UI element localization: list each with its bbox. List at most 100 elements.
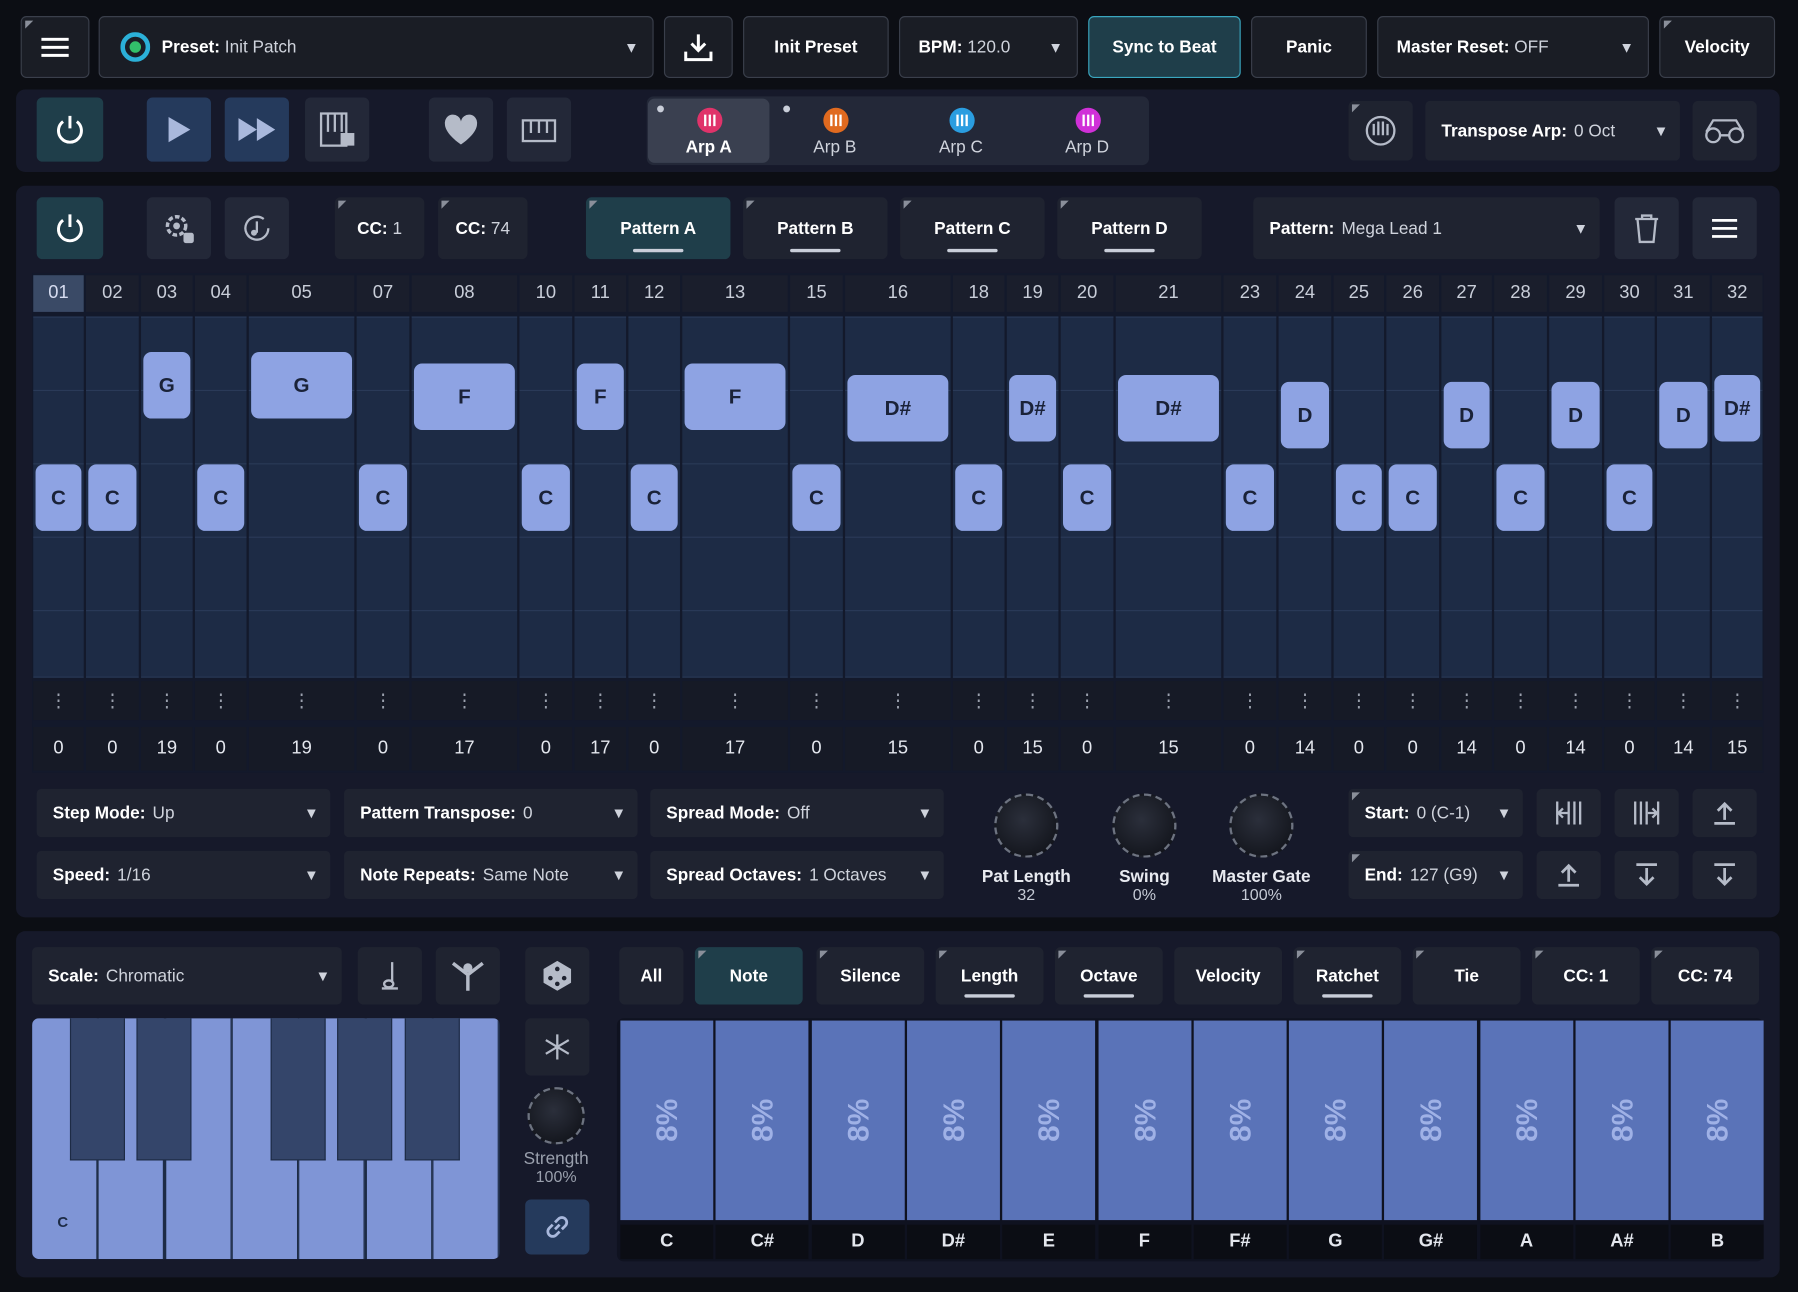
note-block[interactable]: C (197, 464, 245, 531)
note-block[interactable]: C (35, 464, 82, 531)
step-column[interactable] (1441, 316, 1492, 677)
step-drag-handle[interactable]: ⋮ (1278, 681, 1332, 721)
transpose-up-button[interactable] (1536, 850, 1601, 900)
delete-pattern-button[interactable] (1614, 197, 1679, 260)
swing-knob[interactable] (1112, 793, 1177, 858)
menu-button[interactable] (20, 16, 90, 78)
step-drag-handle[interactable]: ⋮ (356, 681, 410, 721)
step-number[interactable]: 30 (1604, 275, 1655, 312)
step-drag-handle[interactable]: ⋮ (790, 681, 843, 721)
edit-tab-octave[interactable]: Octave (1054, 947, 1163, 1005)
arp-tab-a[interactable]: Arp A (647, 98, 770, 163)
step-number[interactable]: 32 (1712, 275, 1763, 312)
step-value[interactable]: 17 (411, 727, 518, 771)
pattern-tab-c[interactable]: Pattern C (900, 197, 1045, 260)
step-value[interactable]: 0 (1333, 727, 1385, 771)
step-drag-handle[interactable]: ⋮ (1223, 681, 1277, 721)
step-drag-handle[interactable]: ⋮ (1656, 681, 1710, 721)
step-number[interactable]: 13 (682, 275, 788, 312)
note-block[interactable]: C (1062, 464, 1112, 531)
note-block[interactable]: C (1606, 464, 1653, 531)
note-block[interactable]: F (413, 363, 515, 431)
pattern-settings-button[interactable] (146, 197, 211, 260)
pattern-tab-a[interactable]: Pattern A (585, 197, 731, 260)
edit-tab-note[interactable]: Note (694, 947, 803, 1005)
pattern-selector[interactable]: Pattern: Mega Lead 1 ▼ (1253, 197, 1600, 260)
arp-power-button[interactable] (36, 97, 104, 162)
step-drag-handle[interactable]: ⋮ (519, 681, 573, 721)
step-number[interactable]: 21 (1115, 275, 1222, 312)
panic-button[interactable]: Panic (1251, 16, 1367, 78)
init-preset-button[interactable]: Init Preset (743, 16, 889, 78)
black-key[interactable] (270, 1018, 326, 1161)
step-drag-handle[interactable]: ⋮ (86, 681, 139, 721)
scale-selector[interactable]: Scale: Chromatic ▼ (32, 947, 342, 1005)
shift-right-button[interactable] (1614, 788, 1679, 838)
step-column[interactable] (1278, 316, 1332, 677)
note-tool-button[interactable] (357, 947, 422, 1005)
step-value[interactable]: 0 (194, 727, 247, 771)
step-number[interactable]: 27 (1441, 275, 1492, 312)
note-block[interactable]: C (358, 464, 408, 531)
step-drag-handle[interactable]: ⋮ (574, 681, 627, 721)
step-drag-handle[interactable]: ⋮ (628, 681, 680, 721)
arp-tab-d[interactable]: Arp D (1026, 99, 1148, 163)
fast-forward-button[interactable] (224, 97, 289, 162)
note-block[interactable]: C (955, 464, 1003, 531)
arp-tab-c[interactable]: Arp C (900, 99, 1022, 163)
step-value[interactable]: 14 (1278, 727, 1332, 771)
note-block[interactable]: C (792, 464, 841, 531)
edit-tab-velocity[interactable]: Velocity (1174, 947, 1283, 1005)
step-mode-selector[interactable]: Step Mode: Up ▼ (36, 788, 331, 838)
step-value[interactable]: 0 (952, 727, 1005, 771)
step-drag-handle[interactable]: ⋮ (1060, 681, 1114, 721)
step-value[interactable]: 0 (628, 727, 680, 771)
pattern-menu-button[interactable] (1692, 197, 1757, 260)
note-block[interactable]: D# (847, 374, 949, 442)
shift-down-button[interactable] (1692, 850, 1757, 900)
step-number[interactable]: 18 (952, 275, 1005, 312)
step-column[interactable] (1712, 316, 1763, 677)
note-block[interactable]: D (1551, 381, 1600, 449)
edit-tab-ratchet[interactable]: Ratchet (1293, 947, 1402, 1005)
note-block[interactable]: C (1388, 464, 1437, 531)
step-number[interactable]: 24 (1278, 275, 1332, 312)
pattern-sync-button[interactable] (224, 197, 289, 260)
note-block[interactable]: D# (1009, 374, 1057, 442)
step-number[interactable]: 25 (1333, 275, 1385, 312)
step-drag-handle[interactable]: ⋮ (1494, 681, 1547, 721)
master-reset-selector[interactable]: Master Reset: OFF ▼ (1377, 16, 1649, 78)
step-column[interactable] (1656, 316, 1710, 677)
arp-tab-b[interactable]: Arp B (774, 99, 896, 163)
note-block[interactable]: F (684, 363, 786, 431)
step-value[interactable]: 0 (1494, 727, 1547, 771)
step-column[interactable] (1115, 316, 1222, 677)
step-number[interactable]: 05 (248, 275, 355, 312)
step-number[interactable]: 23 (1223, 275, 1277, 312)
step-value[interactable]: 0 (1386, 727, 1440, 771)
keyboard-lock-button[interactable] (305, 97, 370, 162)
step-drag-handle[interactable]: ⋮ (1712, 681, 1763, 721)
black-key[interactable] (69, 1018, 125, 1161)
strength-knob[interactable] (527, 1087, 585, 1145)
play-button[interactable] (146, 97, 211, 162)
spread-octaves-selector[interactable]: Spread Octaves: 1 Octaves ▼ (650, 850, 944, 900)
shift-up-button[interactable] (1692, 788, 1757, 838)
transpose-arp-selector[interactable]: Transpose Arp: 0 Oct ▼ (1425, 100, 1680, 161)
preset-selector[interactable]: Preset: Init Patch ▼ (98, 16, 654, 78)
step-column[interactable] (1549, 316, 1602, 677)
pattern-tab-d[interactable]: Pattern D (1057, 197, 1202, 260)
note-block[interactable]: D (1443, 381, 1490, 449)
note-block[interactable]: D# (1118, 374, 1219, 442)
midi-input-button[interactable] (1348, 100, 1413, 161)
step-drag-handle[interactable]: ⋮ (248, 681, 355, 721)
step-drag-handle[interactable]: ⋮ (411, 681, 518, 721)
step-number[interactable]: 31 (1656, 275, 1710, 312)
black-key[interactable] (136, 1018, 192, 1161)
step-drag-handle[interactable]: ⋮ (682, 681, 788, 721)
step-drag-handle[interactable]: ⋮ (1441, 681, 1492, 721)
end-note-selector[interactable]: End: 127 (G9) ▼ (1348, 850, 1523, 900)
save-preset-button[interactable] (663, 16, 733, 78)
note-block[interactable]: C (1335, 464, 1382, 531)
step-number[interactable]: 01 (33, 275, 84, 312)
